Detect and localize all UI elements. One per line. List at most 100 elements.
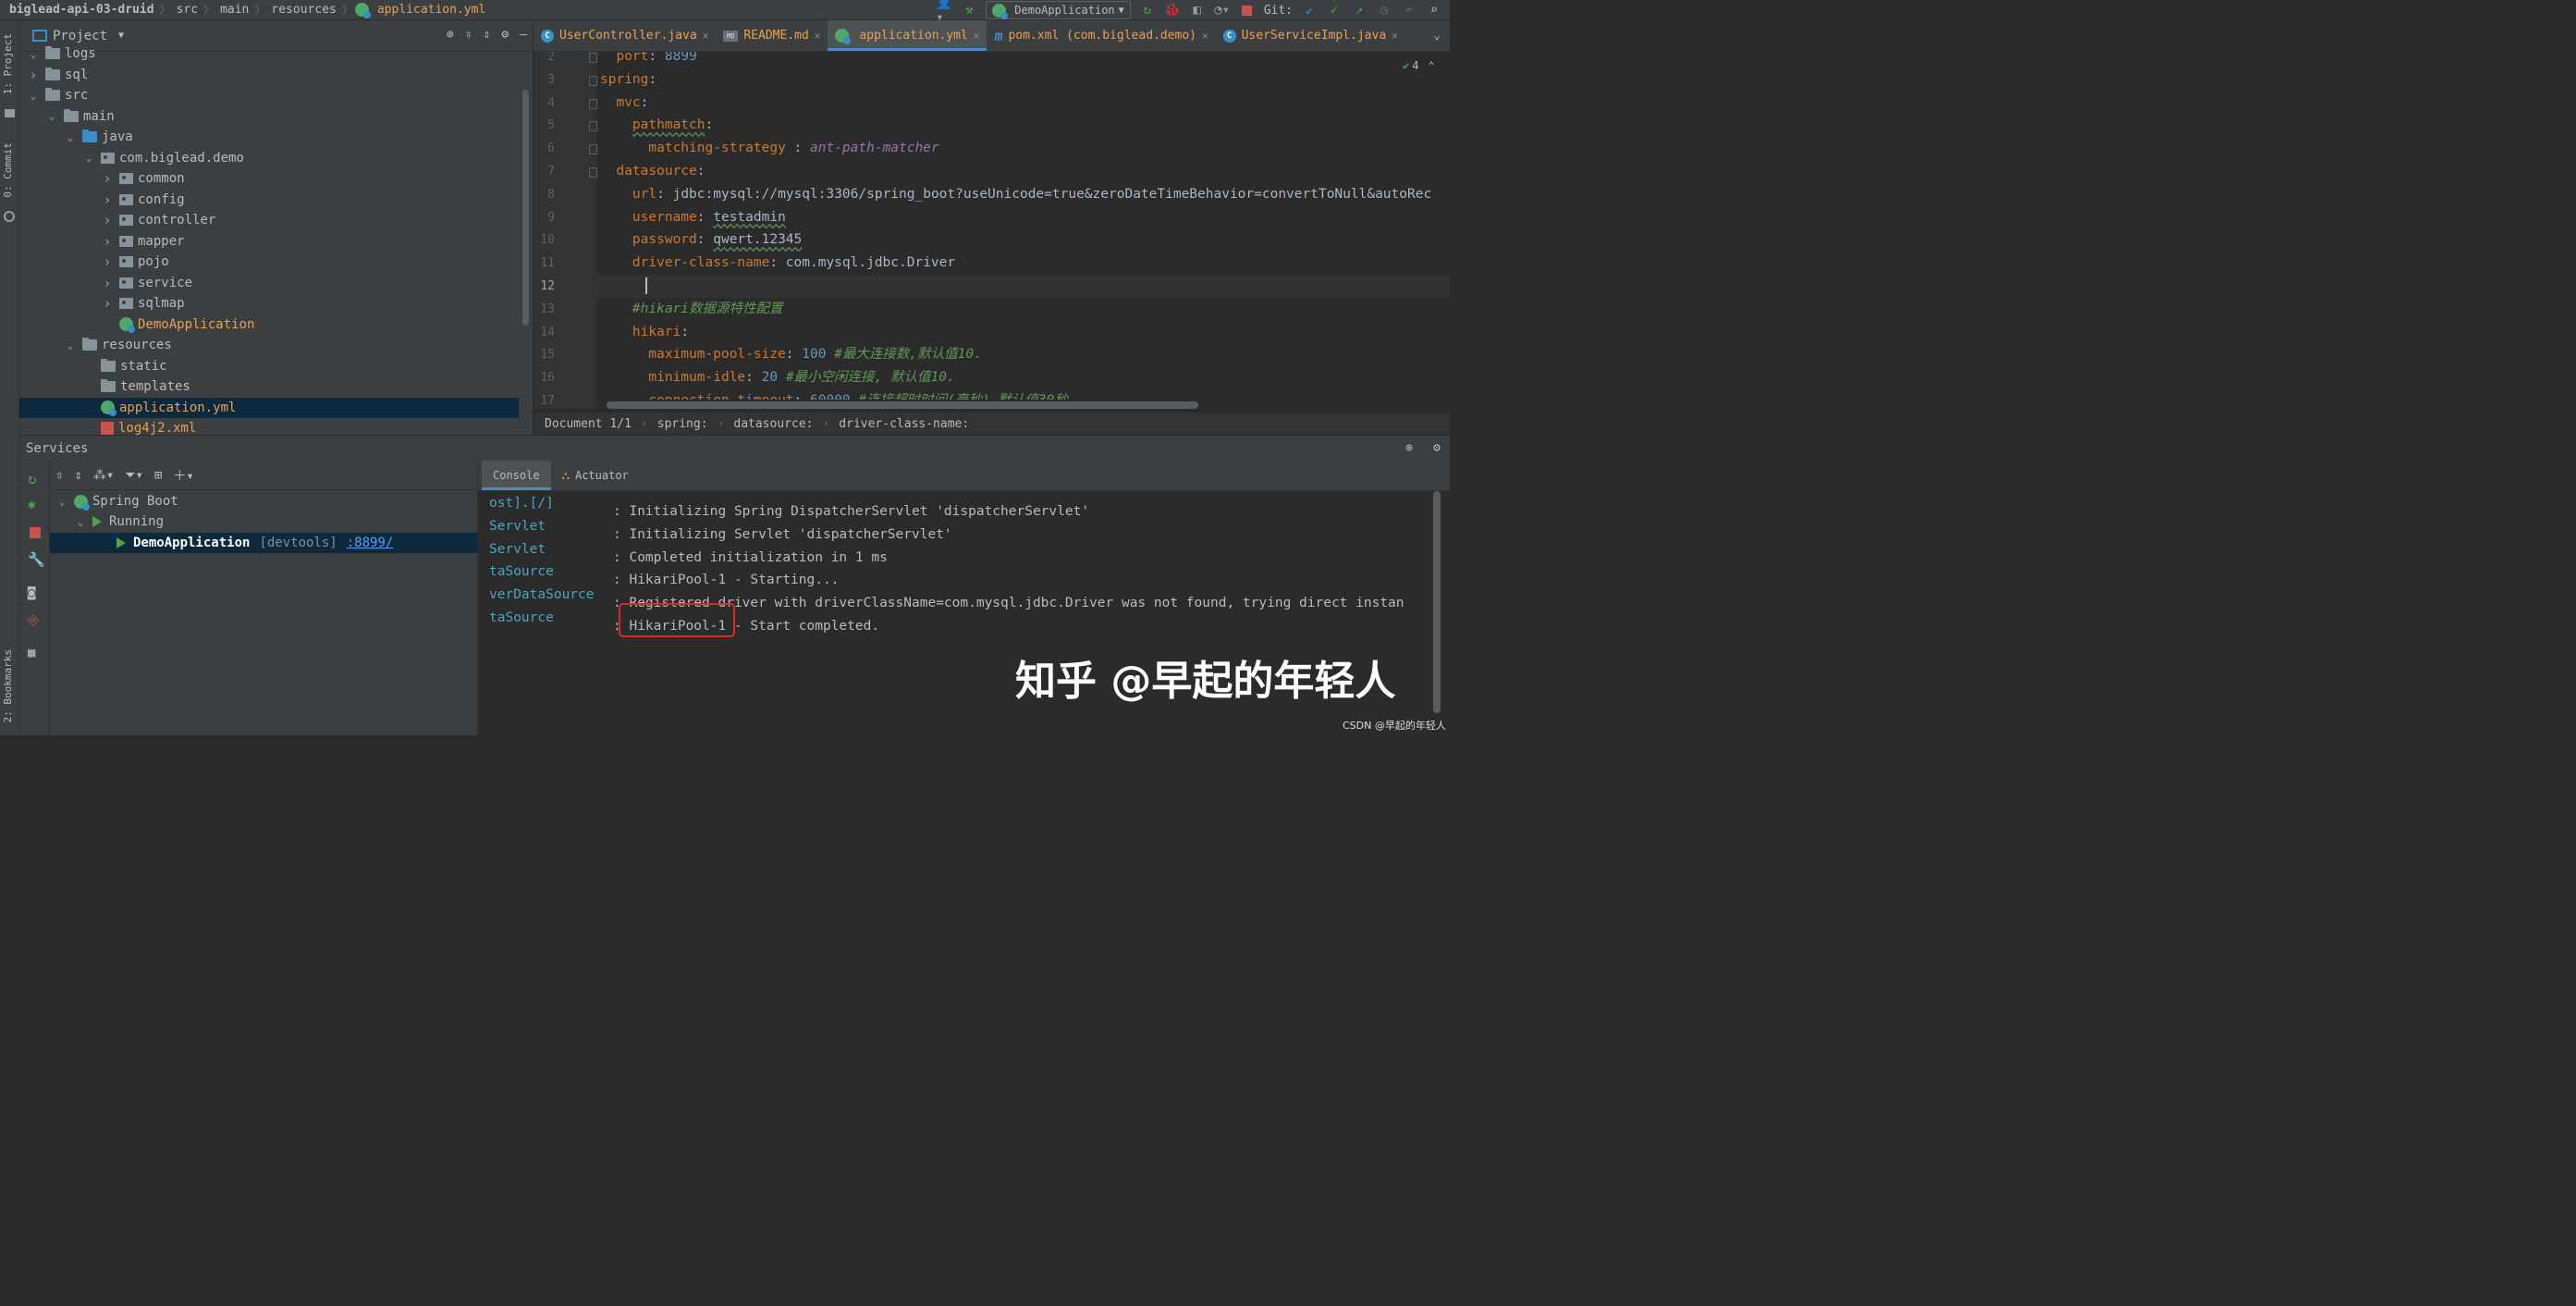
services-spring-boot-node[interactable]: ⌄ Spring Boot xyxy=(50,491,478,511)
project-tree-item[interactable]: › mapper xyxy=(19,231,519,253)
exit-icon[interactable]: ⎆ xyxy=(28,611,39,628)
history-icon[interactable]: ◷ xyxy=(1376,2,1392,18)
stop-icon[interactable] xyxy=(30,527,41,538)
close-icon[interactable]: ✕ xyxy=(703,30,709,42)
code-line[interactable]: datasource: xyxy=(600,160,705,183)
chevron-right-icon[interactable]: › xyxy=(101,275,114,291)
code-line[interactable]: driver-class-name: com.mysql.jdbc.Driver xyxy=(600,252,955,275)
project-tree-item[interactable]: log4j2.xml xyxy=(19,418,519,435)
close-icon[interactable]: ✕ xyxy=(974,30,980,42)
rerun-icon[interactable]: ↻ xyxy=(1139,2,1156,18)
stop-icon[interactable] xyxy=(1239,2,1256,18)
project-tree-item[interactable]: ⌄ main xyxy=(19,106,519,128)
git-push-icon[interactable]: ↗ xyxy=(1351,2,1368,18)
run-configuration-select[interactable]: DemoApplication ▼ xyxy=(986,1,1131,19)
group-by-icon[interactable]: ⁂▾ xyxy=(93,468,114,483)
code-line[interactable]: pathmatch: xyxy=(600,114,713,137)
chevron-down-icon[interactable]: ⌄ xyxy=(64,131,77,143)
bookmarks-tool-tab[interactable]: 2: Bookmarks xyxy=(2,649,14,722)
fold-marker-icon[interactable] xyxy=(589,75,597,86)
log-source[interactable]: Servlet xyxy=(489,538,613,561)
gear-icon[interactable]: ⚙ xyxy=(1433,441,1441,455)
tab-list-chevron-icon[interactable]: ⌄ xyxy=(1433,29,1441,43)
project-tree-item[interactable]: › common xyxy=(19,168,519,190)
git-update-icon[interactable]: ↙ xyxy=(1301,2,1318,18)
project-tree-item[interactable]: › pojo xyxy=(19,252,519,273)
tab-readme[interactable]: MD README.md ✕ xyxy=(716,20,828,51)
wrench-icon[interactable]: 🔧 xyxy=(28,551,45,568)
user-icon[interactable]: 👤▾ xyxy=(936,0,952,25)
project-tree-item[interactable]: DemoApplication xyxy=(19,314,519,336)
services-demo-application-node[interactable]: DemoApplication [devtools] :8899/ xyxy=(50,533,478,553)
tab-user-controller[interactable]: C UserController.java ✕ xyxy=(534,20,716,51)
chevron-down-icon[interactable]: ⌄ xyxy=(82,152,95,164)
code-line[interactable]: port: 8899 xyxy=(600,52,696,68)
project-panel-title[interactable]: Project xyxy=(53,29,107,43)
profile-icon[interactable]: ◔▾ xyxy=(1214,2,1231,18)
build-hammer-icon[interactable]: ⚒ xyxy=(961,2,977,18)
project-tree-item[interactable]: › sql xyxy=(19,65,519,86)
project-tree-item[interactable]: static xyxy=(19,356,519,377)
code-line[interactable] xyxy=(596,275,1450,298)
code-line[interactable]: url: jdbc:mysql://mysql:3306/spring_boot… xyxy=(600,183,1431,206)
code-line[interactable]: hikari: xyxy=(600,321,689,344)
fold-marker-icon[interactable] xyxy=(589,98,597,109)
add-service-icon[interactable]: ＋▾ xyxy=(173,466,193,485)
project-tree-item[interactable]: › sqlmap xyxy=(19,293,519,314)
breadcrumb-src[interactable]: src xyxy=(173,3,202,17)
rollback-icon[interactable]: ↶ xyxy=(1401,2,1417,18)
chevron-right-icon[interactable]: › xyxy=(101,212,114,228)
chevron-down-icon[interactable]: ▼ xyxy=(118,31,124,41)
code-editor[interactable]: 2 3 4 5 6 7 8 9 10 11 12 13 14 15 16 17 port: 8899 sprin… xyxy=(534,52,1450,409)
close-icon[interactable]: ✕ xyxy=(1202,30,1208,42)
project-tree-item[interactable]: ⌄ java xyxy=(19,127,519,148)
project-tree-item[interactable]: › service xyxy=(19,273,519,294)
gear-icon[interactable]: ⚙ xyxy=(501,28,509,42)
project-tool-tab[interactable]: 1: Project xyxy=(2,33,14,94)
tab-user-service-impl[interactable]: C UserServiceImpl.java ✕ xyxy=(1216,20,1405,51)
code-line[interactable]: minimum-idle: 20 #最小空闲连接, 默认值10. xyxy=(600,366,954,389)
code-line[interactable]: spring: xyxy=(600,68,656,92)
expand-all-icon[interactable]: ⇳ xyxy=(55,468,63,483)
fold-marker-icon[interactable] xyxy=(589,167,597,178)
breadcrumb-project[interactable]: biglead-api-03-druid xyxy=(0,3,158,17)
breadcrumb-file[interactable]: application.yml xyxy=(374,3,489,17)
debug-bug-icon[interactable]: ✱ xyxy=(28,498,35,512)
chevron-down-icon[interactable]: ⌄ xyxy=(45,110,58,122)
git-commit-icon[interactable]: ✓ xyxy=(1326,2,1343,18)
rerun-icon[interactable]: ↻ xyxy=(28,470,37,487)
locate-icon[interactable]: ⊕ xyxy=(447,28,454,42)
inspection-ok-icon[interactable]: ✔ 4 ⌃ xyxy=(1403,59,1435,72)
coverage-icon[interactable]: ◧ xyxy=(1189,2,1206,18)
code-line[interactable]: maximum-pool-size: 100 #最大连接数,默认值10. xyxy=(600,343,981,366)
project-tree-scrollbar[interactable] xyxy=(522,90,529,326)
chevron-right-icon[interactable]: › xyxy=(101,170,114,187)
editor-horizontal-scrollbar[interactable] xyxy=(607,401,1198,409)
close-icon[interactable]: ✕ xyxy=(815,30,821,42)
log-source[interactable]: taSource xyxy=(489,561,613,584)
project-tree-item[interactable]: templates xyxy=(19,376,519,398)
expand-all-icon[interactable]: ⇳ xyxy=(465,28,472,42)
project-tree-item[interactable]: › config xyxy=(19,190,519,211)
project-tree-item[interactable]: ⌄ src xyxy=(19,85,519,106)
tab-actuator[interactable]: ⛬ Actuator xyxy=(551,461,640,490)
fold-end-marker-icon[interactable] xyxy=(589,144,597,155)
minimize-icon[interactable]: — xyxy=(520,28,527,42)
tab-console[interactable]: Console xyxy=(482,461,551,490)
code-line[interactable]: #hikari数据源特性配置 xyxy=(600,298,783,321)
log-source[interactable]: verDataSource xyxy=(489,584,613,607)
commit-tool-tab[interactable]: 0: Commit xyxy=(2,142,14,198)
log-source[interactable]: taSource xyxy=(489,607,613,630)
project-tree-item[interactable]: ⌄ com.biglead.demo xyxy=(19,148,519,169)
filter-icon[interactable]: ⏷▾ xyxy=(125,468,143,483)
chevron-right-icon[interactable]: › xyxy=(101,295,114,312)
code-line[interactable]: username: testadmin xyxy=(600,206,786,229)
search-icon[interactable]: ⌕ xyxy=(1426,2,1442,18)
console-scrollbar[interactable] xyxy=(1433,491,1441,713)
debug-bug-icon[interactable]: 🐞 xyxy=(1164,2,1181,18)
chevron-down-icon[interactable]: ⌄ xyxy=(64,339,77,351)
breadcrumb-driver-class-name[interactable]: driver-class-name: xyxy=(839,417,969,431)
collapse-all-icon[interactable]: ⇕ xyxy=(484,28,491,42)
camera-icon[interactable]: ◙ xyxy=(28,585,35,600)
chevron-right-icon[interactable]: › xyxy=(27,67,40,83)
